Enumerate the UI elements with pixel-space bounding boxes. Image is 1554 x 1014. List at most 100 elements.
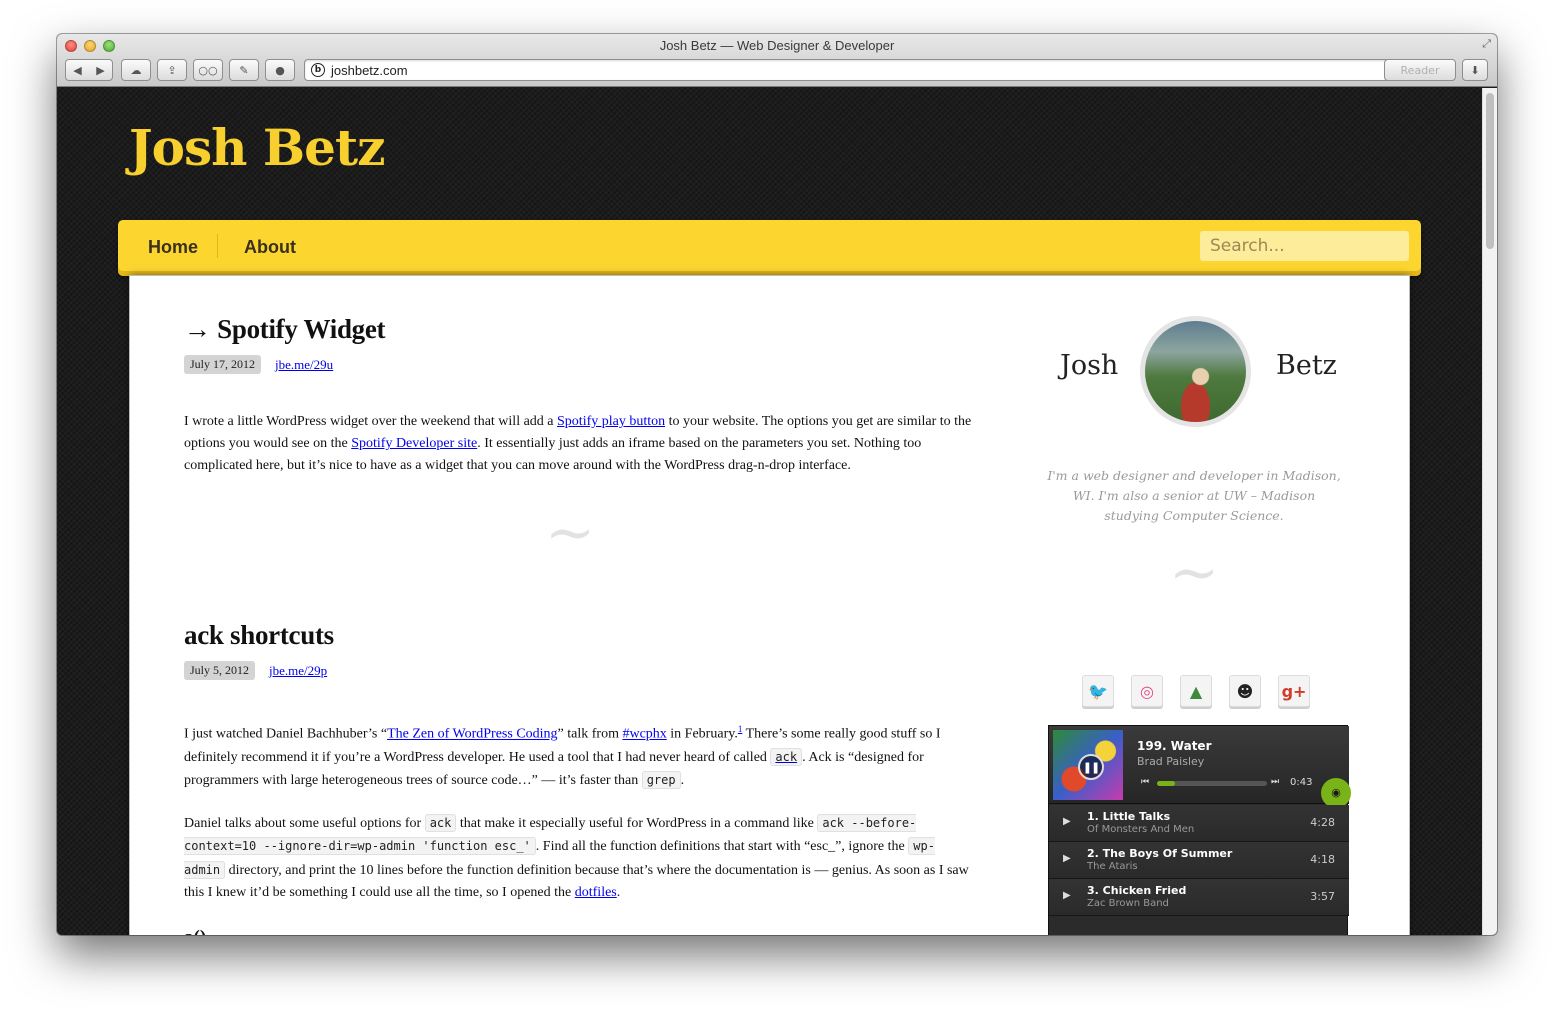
main-navigation: Home About xyxy=(118,220,1421,276)
page-scrollbar[interactable] xyxy=(1482,88,1497,935)
nav-about-link[interactable]: About xyxy=(244,237,296,258)
page-viewport: Josh Betz Home About → Spotify Widget Ju… xyxy=(57,88,1497,935)
post-date: July 5, 2012 xyxy=(184,661,256,680)
nav-divider xyxy=(217,234,218,258)
track-duration: 4:28 xyxy=(1310,816,1335,829)
search-input[interactable] xyxy=(1200,231,1409,261)
tree-icon: ▲ xyxy=(1189,681,1203,701)
cloud-icon: ☁ xyxy=(130,63,142,77)
spotify-developer-site-link[interactable]: Spotify Developer site xyxy=(351,436,477,451)
post-text: . xyxy=(616,885,621,901)
album-art: ❚❚ xyxy=(1053,730,1123,800)
playback-progress[interactable] xyxy=(1157,781,1267,786)
track-duration: 4:18 xyxy=(1310,853,1335,866)
window-title: Josh Betz — Web Designer & Developer xyxy=(659,38,895,53)
track-row[interactable]: ▶ 3. Chicken Fried Zac Brown Band 3:57 xyxy=(1049,879,1349,916)
ghostery-button[interactable]: ● xyxy=(265,59,295,81)
address-bar[interactable]: b joshbetz.com ↻ xyxy=(304,59,1451,81)
post-text: that make it especially useful for WordP… xyxy=(456,815,818,831)
post-date: July 17, 2012 xyxy=(184,355,262,374)
post-body: I just watched Daniel Bachhuber’s “The Z… xyxy=(184,718,974,792)
now-playing-title: 199. Water xyxy=(1137,739,1212,753)
forrst-button[interactable]: ▲ xyxy=(1180,675,1212,707)
address-url[interactable]: joshbetz.com xyxy=(331,63,408,78)
post-spotify-widget: → Spotify Widget July 17, 2012 jbe.me/29… xyxy=(184,314,974,477)
spotify-logo-icon[interactable]: ◉ xyxy=(1321,778,1351,808)
reading-list-button[interactable]: ○○ xyxy=(193,59,223,81)
zen-of-wordpress-coding-link[interactable]: The Zen of WordPress Coding xyxy=(387,727,557,742)
forward-icon[interactable]: ▶ xyxy=(96,64,104,77)
nav-home-link[interactable]: Home xyxy=(148,237,198,258)
post-title[interactable]: → Spotify Widget xyxy=(184,314,974,345)
wcphx-link[interactable]: #wcphx xyxy=(622,727,666,742)
track-title: 2. The Boys Of Summer xyxy=(1087,847,1233,860)
spotify-play-button-link[interactable]: Spotify play button xyxy=(557,414,665,429)
github-button[interactable]: ☻ xyxy=(1229,675,1261,707)
track-title: 3. Chicken Fried xyxy=(1087,884,1187,897)
tools-button[interactable]: ✎ xyxy=(229,59,259,81)
post-shortlink[interactable]: jbe.me/29u xyxy=(275,357,333,373)
play-icon[interactable]: ▶ xyxy=(1063,816,1071,827)
google-plus-icon: g+ xyxy=(1281,681,1307,701)
content-panel: → Spotify Widget July 17, 2012 jbe.me/29… xyxy=(130,276,1409,935)
icloud-tabs-button[interactable]: ☁ xyxy=(121,59,151,81)
sidebar-bio: I'm a web designer and developer in Madi… xyxy=(1047,468,1341,523)
post-body: Daniel talks about some useful options f… xyxy=(184,812,974,905)
post-meta: July 5, 2012 jbe.me/29p xyxy=(184,661,974,680)
download-icon: ⬇ xyxy=(1470,63,1480,77)
reader-button[interactable]: Reader xyxy=(1384,59,1456,81)
post-text: ” talk from xyxy=(557,726,623,742)
inline-code: ack xyxy=(424,813,457,832)
post-divider: ~ xyxy=(545,498,596,568)
social-links: 🐦 ◎ ▲ ☻ g+ xyxy=(1082,675,1310,707)
track-artist: The Ataris xyxy=(1087,861,1138,872)
playback-progress-fill xyxy=(1157,781,1175,786)
twitter-button[interactable]: 🐦 xyxy=(1082,675,1114,707)
sidebar-divider: ~ xyxy=(1169,538,1220,608)
wrench-icon: ✎ xyxy=(239,63,249,77)
google-plus-button[interactable]: g+ xyxy=(1278,675,1310,707)
pause-icon[interactable]: ❚❚ xyxy=(1078,754,1104,780)
back-forward-buttons[interactable]: ◀ ▶ xyxy=(65,59,113,81)
post-meta: July 17, 2012 jbe.me/29u xyxy=(184,355,974,374)
post-shortlink[interactable]: jbe.me/29p xyxy=(269,663,327,679)
inline-code: grep xyxy=(641,770,681,789)
back-icon[interactable]: ◀ xyxy=(73,64,81,77)
post-text: . xyxy=(680,772,685,788)
post-text: in February. xyxy=(666,726,738,742)
track-duration: 3:57 xyxy=(1310,890,1335,903)
track-title: 1. Little Talks xyxy=(1087,810,1171,823)
github-icon: ☻ xyxy=(1236,681,1254,701)
site-favicon-icon: b xyxy=(311,63,325,77)
post-text: Daniel talks about some useful options f… xyxy=(184,815,425,831)
track-artist: Zac Brown Band xyxy=(1087,898,1169,909)
post-subheading: a() xyxy=(184,927,974,935)
rewind-icon[interactable]: ⏮ xyxy=(1141,777,1149,787)
fullscreen-icon[interactable]: ⤢ xyxy=(1482,38,1491,51)
dotfiles-link[interactable]: dotfiles xyxy=(575,885,617,900)
post-title[interactable]: ack shortcuts xyxy=(184,620,974,651)
post-text: I just watched Daniel Bachhuber’s “ xyxy=(184,726,388,742)
share-button[interactable]: ⇪ xyxy=(157,59,187,81)
post-body: I wrote a little WordPress widget over t… xyxy=(184,411,974,477)
elapsed-time: 0:43 xyxy=(1290,777,1313,788)
post-text: . Find all the function definitions that… xyxy=(535,839,909,855)
now-playing-artist: Brad Paisley xyxy=(1137,755,1205,768)
ack-link[interactable]: ack xyxy=(770,747,803,766)
scrollbar-thumb[interactable] xyxy=(1486,93,1494,249)
play-icon[interactable]: ▶ xyxy=(1063,853,1071,864)
ghost-icon: ● xyxy=(275,63,285,77)
track-row[interactable]: ▶ 1. Little Talks Of Monsters And Men 4:… xyxy=(1049,805,1349,842)
fast-forward-icon[interactable]: ⏭ xyxy=(1271,777,1279,787)
sidebar-first-name: Josh xyxy=(1060,350,1119,381)
track-row[interactable]: ▶ 2. The Boys Of Summer The Ataris 4:18 xyxy=(1049,842,1349,879)
site-logo[interactable]: Josh Betz xyxy=(129,118,385,177)
post-text: I wrote a little WordPress widget over t… xyxy=(184,414,558,429)
avatar xyxy=(1140,316,1251,427)
dribbble-button[interactable]: ◎ xyxy=(1131,675,1163,707)
browser-window: Josh Betz — Web Designer & Developer ⤢ ◀… xyxy=(57,34,1497,935)
glasses-icon: ○○ xyxy=(198,63,218,77)
play-icon[interactable]: ▶ xyxy=(1063,890,1071,901)
spotify-widget: ❚❚ 199. Water Brad Paisley ⏮ ⏭ 0:43 ◉ ▶ … xyxy=(1048,725,1351,935)
downloads-button[interactable]: ⬇ xyxy=(1462,59,1488,81)
